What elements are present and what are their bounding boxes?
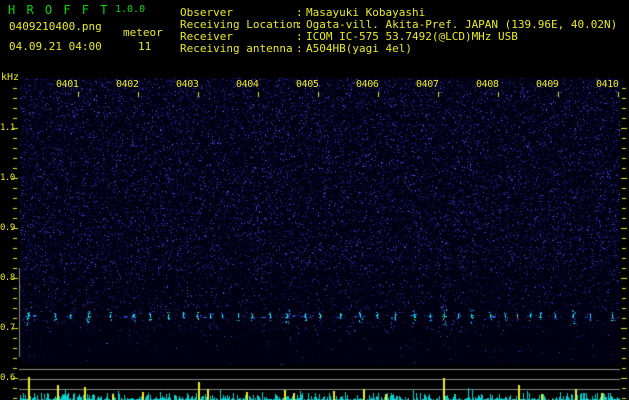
time-tick-label: 0408 xyxy=(476,79,499,90)
freq-tick-label: 0.9 xyxy=(0,223,15,233)
info-separator: : xyxy=(296,42,303,55)
echo-count: 11 xyxy=(138,40,152,53)
app-version: 1.0.0 xyxy=(115,4,146,15)
freq-tick-label: 1.0 xyxy=(0,173,15,183)
output-filename: 0409210400.png xyxy=(9,20,102,33)
mode-label: meteor xyxy=(123,26,163,39)
freq-tick-label: 0.7 xyxy=(0,323,15,333)
app-title: H R O F F T xyxy=(8,3,110,17)
time-tick-label: 0403 xyxy=(176,79,199,90)
time-tick-label: 0409 xyxy=(536,79,559,90)
time-tick-label: 0401 xyxy=(56,79,79,90)
time-tick-label: 0407 xyxy=(416,79,439,90)
datetime-label: 04.09.21 04:00 xyxy=(9,40,102,53)
freq-tick-label: 1.1 xyxy=(0,123,15,133)
info-value: A504HB(yagi 4el) xyxy=(306,42,412,55)
freq-axis-unit: kHz xyxy=(1,72,20,83)
time-tick-label: 0410 xyxy=(596,79,619,90)
freq-tick-label: 0.6 xyxy=(0,373,15,383)
time-tick-label: 0402 xyxy=(116,79,139,90)
hrofft-window: H R O F F T 1.0.0 0409210400.png meteor … xyxy=(0,0,629,400)
time-tick-label: 0404 xyxy=(236,79,259,90)
time-tick-label: 0406 xyxy=(356,79,379,90)
info-label: Receiving antenna xyxy=(180,42,293,55)
spectrogram-canvas xyxy=(0,0,629,400)
freq-tick-label: 0.8 xyxy=(0,273,15,283)
time-tick-label: 0405 xyxy=(296,79,319,90)
